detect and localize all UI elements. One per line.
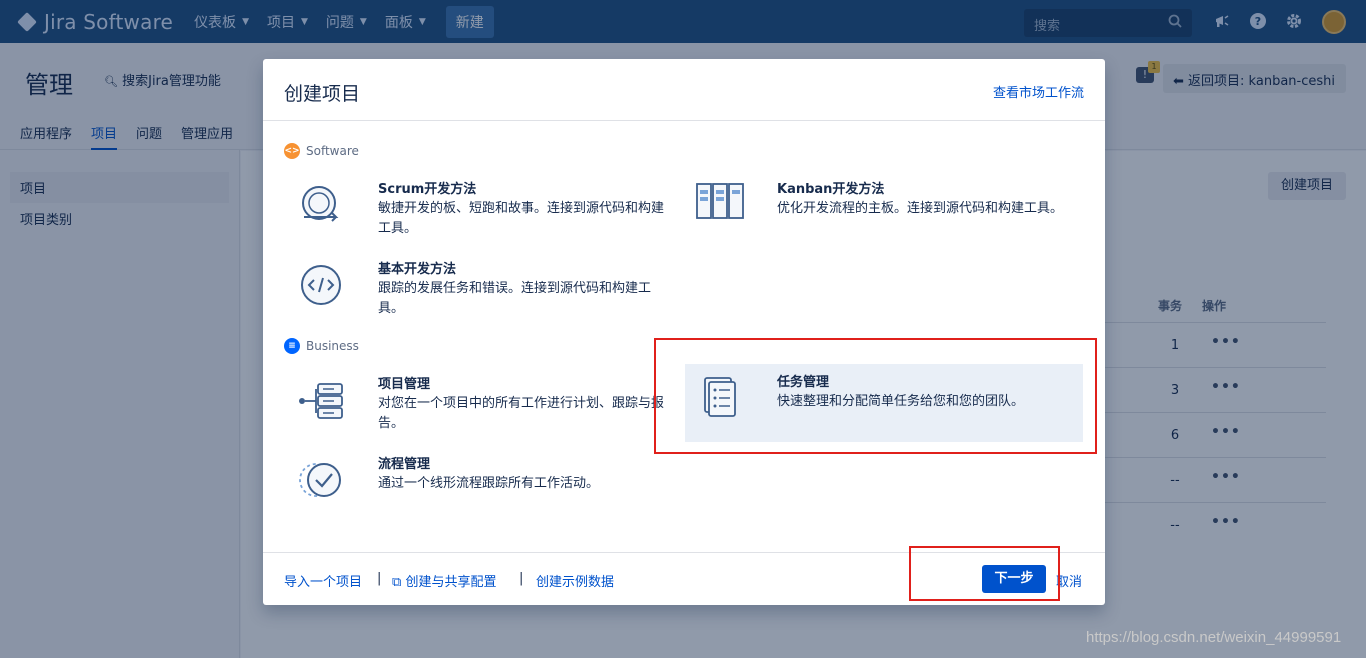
marketplace-workflows-link[interactable]: 查看市场工作流	[993, 82, 1084, 101]
footer-separator: |	[519, 571, 524, 586]
template-process-management[interactable]: 流程管理 通过一个线形流程跟踪所有工作活动。	[286, 446, 684, 524]
template-name: Scrum开发方法	[378, 182, 477, 197]
create-sample-data-link[interactable]: 创建示例数据	[536, 571, 614, 590]
template-name: 流程管理	[378, 457, 431, 472]
list-icon: ≡	[284, 338, 300, 354]
check-circle-icon	[296, 456, 348, 508]
template-name: Kanban开发方法	[777, 182, 885, 197]
template-kanban[interactable]: Kanban开发方法 优化开发流程的主板。连接到源代码和构建工具。	[685, 171, 1083, 249]
watermark-text: https://blog.csdn.net/weixin_44999591	[1086, 629, 1342, 646]
template-description: 对您在一个项目中的所有工作进行计划、跟踪与报告。	[378, 396, 665, 431]
software-section-label: <> Software	[284, 143, 359, 159]
template-project-management[interactable]: 项目管理 对您在一个项目中的所有工作进行计划、跟踪与报告。	[286, 366, 684, 444]
import-project-link[interactable]: 导入一个项目	[284, 571, 362, 590]
copy-icon: ⧉	[392, 575, 402, 590]
business-section-label: ≡ Business	[284, 338, 359, 354]
template-name: 项目管理	[378, 377, 431, 392]
annotation-highlight-next-button	[909, 546, 1060, 601]
template-name: 基本开发方法	[378, 262, 457, 277]
dialog-header: 创建项目 查看市场工作流	[263, 59, 1105, 121]
scrum-cycle-icon	[296, 181, 348, 233]
code-circle-icon	[296, 261, 348, 313]
template-description: 通过一个线形流程跟踪所有工作活动。	[378, 476, 600, 491]
footer-separator: |	[377, 571, 382, 586]
project-hierarchy-icon	[296, 376, 348, 428]
template-scrum[interactable]: Scrum开发方法 敏捷开发的板、短跑和故事。连接到源代码和构建工具。	[286, 171, 684, 249]
kanban-board-icon	[695, 181, 747, 233]
template-description: 优化开发流程的主板。连接到源代码和构建工具。	[777, 201, 1064, 216]
template-description: 敏捷开发的板、短跑和故事。连接到源代码和构建工具。	[378, 201, 665, 236]
template-basic[interactable]: 基本开发方法 跟踪的发展任务和错误。连接到源代码和构建工具。	[286, 251, 684, 329]
template-description: 跟踪的发展任务和错误。连接到源代码和构建工具。	[378, 281, 652, 316]
dialog-title: 创建项目	[284, 83, 361, 105]
share-link-label: 创建与共享配置	[405, 575, 497, 590]
create-project-dialog: 创建项目 查看市场工作流 <> Software Scrum开发方法 敏捷开发的…	[263, 59, 1105, 605]
annotation-highlight-task-management	[654, 338, 1097, 454]
business-label-text: Business	[306, 339, 359, 353]
create-shared-config-link[interactable]: ⧉ 创建与共享配置	[392, 571, 496, 590]
code-icon: <>	[284, 143, 300, 159]
software-label-text: Software	[306, 144, 359, 158]
